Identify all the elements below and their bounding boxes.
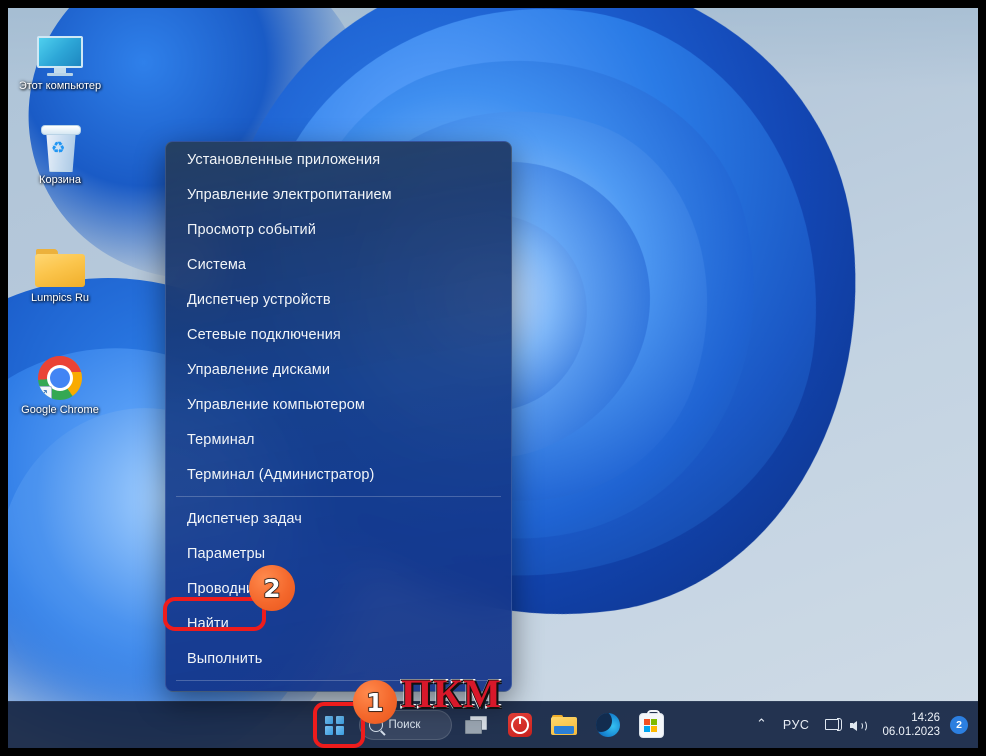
menu-item-label: Терминал xyxy=(187,431,255,448)
menu-separator-1 xyxy=(176,496,501,497)
desktop-icon-label: Этот компьютер xyxy=(18,80,102,92)
menu-item-task-manager[interactable]: Диспетчер задач xyxy=(166,501,511,536)
edge-icon xyxy=(595,713,620,737)
volume-icon xyxy=(849,718,868,733)
desktop-icon-label: Lumpics Ru xyxy=(30,292,90,304)
menu-item-device-manager[interactable]: Диспетчер устройств xyxy=(166,282,511,317)
desktop[interactable]: Этот компьютер ♻ Корзина Lumpics Ru ↗ Go… xyxy=(8,8,978,748)
folder-icon xyxy=(550,714,577,736)
winx-context-menu[interactable]: Установленные приложения Управление элек… xyxy=(165,141,512,692)
menu-item-power-options[interactable]: Управление электропитанием xyxy=(166,177,511,212)
clock-date: 06.01.2023 xyxy=(882,726,940,738)
menu-item-label: Управление компьютером xyxy=(187,396,365,413)
annotation-badge-2: 2 xyxy=(249,565,295,611)
desktop-icon-recycle-bin[interactable]: ♻ Корзина xyxy=(14,118,106,187)
menu-item-label: Параметры xyxy=(187,545,266,562)
desktop-icon-label: Корзина xyxy=(39,174,81,186)
menu-item-installed-apps[interactable]: Установленные приложения xyxy=(166,142,511,177)
menu-item-file-explorer[interactable]: Проводник xyxy=(166,571,511,606)
menu-item-label: Диспетчер задач xyxy=(187,510,302,527)
menu-item-label: Управление дисками xyxy=(187,361,331,378)
menu-item-label: Установленные приложения xyxy=(187,151,381,168)
menu-item-label: Система xyxy=(187,256,247,273)
menu-item-label: Найти xyxy=(187,615,229,632)
hidden-icons-button[interactable]: ⌃ xyxy=(748,706,775,744)
clock-time: 14:26 xyxy=(911,712,940,724)
menu-item-network-connections[interactable]: Сетевые подключения xyxy=(166,317,511,352)
menu-item-label: Выполнить xyxy=(187,650,263,667)
language-label: РУС xyxy=(782,718,810,732)
power-app-button[interactable] xyxy=(500,706,540,744)
store-icon xyxy=(639,709,664,738)
quick-settings-button[interactable] xyxy=(817,706,874,744)
menu-item-label: Просмотр событий xyxy=(187,221,316,238)
menu-item-event-viewer[interactable]: Просмотр событий xyxy=(166,212,511,247)
menu-item-settings[interactable]: Параметры xyxy=(166,536,511,571)
desktop-icon-label: Google Chrome xyxy=(21,404,99,416)
monitor-icon xyxy=(14,24,106,76)
network-icon xyxy=(825,717,843,733)
screenshot-root: Этот компьютер ♻ Корзина Lumpics Ru ↗ Go… xyxy=(0,0,986,756)
system-tray: ⌃ РУС 14:26 06.01.2023 2 xyxy=(748,702,978,748)
folder-icon xyxy=(14,236,106,288)
clock-button[interactable]: 14:26 06.01.2023 xyxy=(874,711,948,739)
windows-logo-icon xyxy=(325,715,344,735)
file-explorer-button[interactable] xyxy=(544,706,584,744)
edge-button[interactable] xyxy=(588,706,628,744)
power-icon xyxy=(507,713,532,737)
menu-item-search[interactable]: Найти xyxy=(166,606,511,641)
start-button[interactable] xyxy=(315,706,355,744)
menu-item-system[interactable]: Система xyxy=(166,247,511,282)
notification-badge[interactable]: 2 xyxy=(950,716,968,734)
language-indicator[interactable]: РУС xyxy=(775,706,818,744)
chrome-icon: ↗ xyxy=(14,348,106,400)
menu-item-label: Диспетчер устройств xyxy=(187,291,331,308)
chevron-up-icon: ⌃ xyxy=(756,716,767,731)
desktop-icon-this-pc[interactable]: Этот компьютер xyxy=(14,24,106,93)
menu-item-label: Управление электропитанием xyxy=(187,186,392,203)
desktop-icon-lumpics-folder[interactable]: Lumpics Ru xyxy=(14,236,106,305)
menu-item-terminal-admin[interactable]: Терминал (Администратор) xyxy=(166,457,511,492)
search-placeholder: Поиск xyxy=(388,719,421,731)
annotation-badge-1: 1 xyxy=(353,680,397,724)
task-view-icon xyxy=(464,716,487,734)
menu-item-terminal[interactable]: Терминал xyxy=(166,422,511,457)
menu-item-label: Сетевые подключения xyxy=(187,326,341,343)
shortcut-arrow-icon: ↗ xyxy=(38,386,52,400)
menu-item-label: Терминал (Администратор) xyxy=(187,466,375,483)
menu-item-disk-management[interactable]: Управление дисками xyxy=(166,352,511,387)
desktop-icon-google-chrome[interactable]: ↗ Google Chrome xyxy=(14,348,106,417)
annotation-caption-rmb: ПКМ xyxy=(400,671,503,716)
microsoft-store-button[interactable] xyxy=(632,706,672,744)
recycle-bin-icon: ♻ xyxy=(14,118,106,172)
menu-item-computer-management[interactable]: Управление компьютером xyxy=(166,387,511,422)
